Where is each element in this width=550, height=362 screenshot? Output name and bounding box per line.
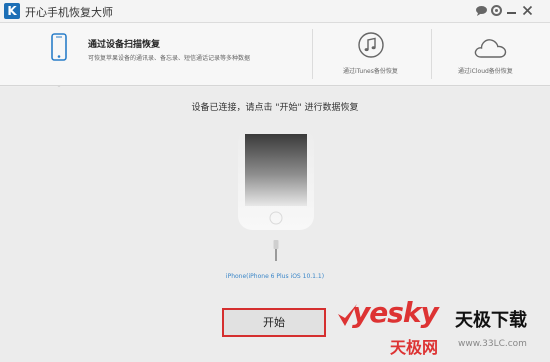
iphone-device-icon [238,128,314,244]
title-bar: K 开心手机恢复大师 [0,0,550,23]
watermark-url: www.33LC.com [458,339,527,349]
lightning-cable-icon [272,240,280,266]
yesky-watermark: yesky 天极下载 天极网 www.33LC.com [338,296,550,362]
minimize-icon[interactable] [505,4,518,17]
tab-itunes-backup[interactable]: 通过iTunes备份恢复 [313,23,431,86]
settings-icon[interactable] [490,4,503,17]
close-icon[interactable] [521,4,534,17]
music-note-icon [358,32,384,62]
chat-icon[interactable] [475,4,488,17]
mode-tab-bar: 通过设备扫描恢复 可恢复苹果设备的通讯录、备忘录、短信通话记录等多种数据 通过i… [0,23,550,94]
tab-caption: 通过iTunes备份恢复 [343,68,398,75]
phone-icon [51,33,67,65]
tab-icloud-backup[interactable]: 通过iCloud备份恢复 [432,23,550,86]
tab-description: 可恢复苹果设备的通讯录、备忘录、短信通话记录等多种数据 [88,55,251,62]
start-button[interactable]: 开始 [222,308,326,337]
watermark-yesky: yesky [352,296,439,329]
tab-caption: 通过iCloud备份恢复 [458,68,513,75]
cloud-icon [473,37,507,63]
connection-prompt: 设备已连接，请点击 "开始" 进行数据恢复 [191,103,359,113]
watermark-net: 天极网 [390,338,439,357]
app-title: 开心手机恢复大师 [25,6,113,19]
tab-title: 通过设备扫描恢复 [88,40,161,50]
watermark-brand: 天极下载 [455,310,527,331]
tab-device-scan[interactable]: 通过设备扫描恢复 可恢复苹果设备的通讯录、备忘录、短信通话记录等多种数据 [0,23,310,94]
app-logo-icon: K [4,3,20,19]
device-label: iPhone(iPhone 6 Plus iOS 10.1.1) [225,273,325,280]
